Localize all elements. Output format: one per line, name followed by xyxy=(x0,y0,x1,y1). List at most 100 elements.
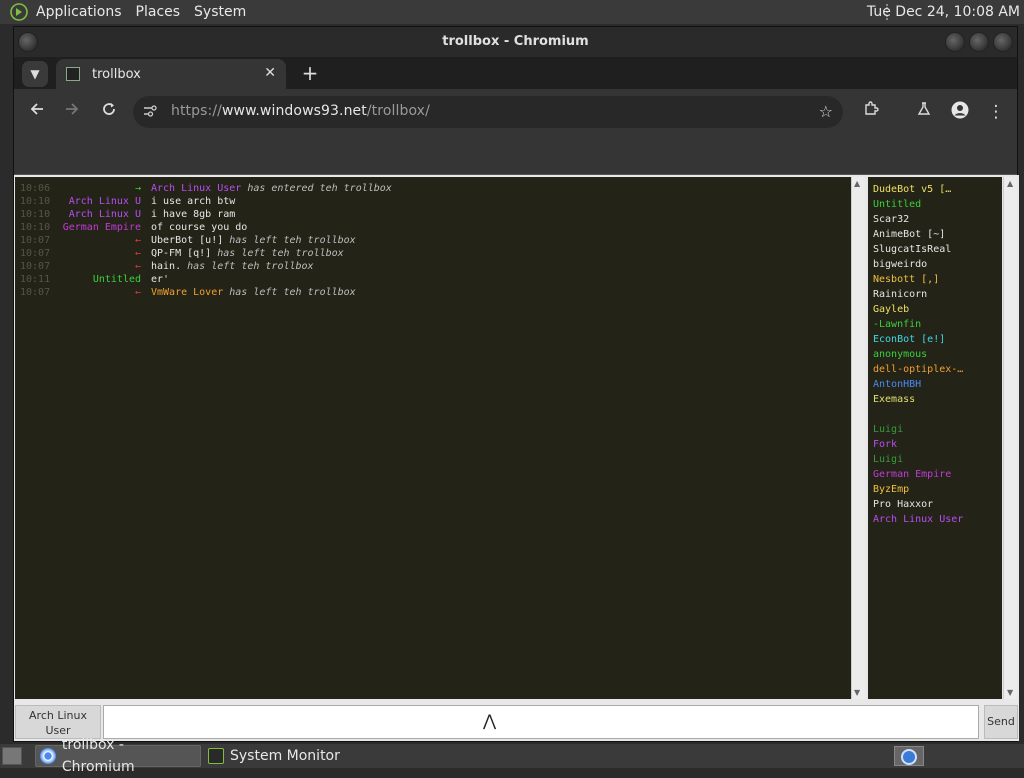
scroll-up-icon[interactable]: ▲ xyxy=(854,179,860,188)
scroll-down-icon[interactable]: ▼ xyxy=(854,688,860,697)
message-nick[interactable]: ← xyxy=(60,260,141,273)
tab-trollbox[interactable]: trollbox ✕ xyxy=(56,59,286,89)
message-nick[interactable]: Arch Linux U xyxy=(60,195,141,208)
user-list-item[interactable]: Exemass xyxy=(873,392,1002,407)
address-bar[interactable]: https://www.windows93.net/trollbox/ ☆ xyxy=(133,96,843,128)
user-list-item[interactable]: Nesbott [,] xyxy=(873,272,1002,287)
labs-button[interactable] xyxy=(913,101,935,123)
chat-log[interactable]: 10:06 → Arch Linux User has entered teh tr… xyxy=(15,177,851,699)
message-nick[interactable]: ← xyxy=(60,234,141,247)
flask-icon xyxy=(917,102,931,115)
user-list-item[interactable]: Pro Haxxor xyxy=(873,497,1002,512)
extensions-button[interactable] xyxy=(860,101,882,123)
site-settings-icon[interactable] xyxy=(143,104,159,120)
user-list-item[interactable]: AnimeBot [~] xyxy=(873,227,1002,242)
new-tab-button[interactable]: + xyxy=(297,61,323,87)
window-menu-button[interactable] xyxy=(18,32,38,52)
user-list-item[interactable]: Untitled xyxy=(873,197,1002,212)
chat-message: 10:11 Untitled er' xyxy=(15,273,851,286)
tab-strip: ▼ trollbox ✕ + xyxy=(14,57,1017,89)
back-button[interactable] xyxy=(26,101,48,123)
tab-search-button[interactable]: ▼ xyxy=(22,61,48,87)
user-list-item[interactable]: Scar32 xyxy=(873,212,1002,227)
bottom-panel: trollbox - Chromium System Monitor xyxy=(0,737,1024,775)
system-monitor-icon xyxy=(208,748,224,764)
scroll-up-icon[interactable]: ▲ xyxy=(1007,179,1013,188)
bookmark-star-icon[interactable]: ☆ xyxy=(819,102,833,121)
minimize-button[interactable] xyxy=(945,32,965,52)
message-user[interactable]: QP-FM [q!] xyxy=(151,248,211,259)
trollbox-page: 10:06 → Arch Linux User has entered teh tr… xyxy=(14,175,1019,741)
menu-applications[interactable]: Applications xyxy=(36,4,122,20)
url-text[interactable]: https://www.windows93.net/trollbox/ xyxy=(171,103,430,119)
message-nick[interactable]: → xyxy=(60,182,141,195)
top-panel: Applications Places System Tue Dec 24, 1… xyxy=(0,0,1024,24)
user-list-item[interactable]: Luigi xyxy=(873,452,1002,467)
user-list-item[interactable]: EconBot [e!] xyxy=(873,332,1002,347)
chat-message: 10:06 → Arch Linux User has entered teh tr… xyxy=(15,182,851,195)
user-list[interactable]: DudeBot v5 [… Untitled Scar32 AnimeBot [~] S… xyxy=(868,177,1002,699)
user-list-item[interactable]: Luigi xyxy=(873,422,1002,437)
menu-places[interactable]: Places xyxy=(136,4,181,20)
user-list-item[interactable]: ByzEmp xyxy=(873,482,1002,497)
user-list-item[interactable]: anonymous xyxy=(873,347,1002,362)
workspace-switcher[interactable] xyxy=(894,746,924,766)
window-titlebar[interactable]: trollbox - Chromium xyxy=(14,27,1017,57)
message-time: 10:10 xyxy=(20,196,51,207)
forward-button[interactable] xyxy=(61,101,83,123)
user-list-item[interactable]: Rainicorn xyxy=(873,287,1002,302)
message-text: QP-FM [q!] has left teh trollbox xyxy=(151,247,344,260)
reload-icon xyxy=(103,103,115,115)
message-user[interactable]: VmWare Lover xyxy=(151,287,223,298)
menu-system[interactable]: System xyxy=(194,4,246,20)
chat-scrollbar[interactable]: ▲ ▼ xyxy=(851,177,865,699)
user-list-item[interactable]: SlugcatIsReal xyxy=(873,242,1002,257)
user-list-item[interactable]: Fork xyxy=(873,437,1002,452)
user-list-item[interactable]: Gayleb xyxy=(873,302,1002,317)
plus-icon: + xyxy=(301,61,319,85)
bookmarks-bar xyxy=(14,135,1017,175)
taskbar-item-system-monitor[interactable]: System Monitor xyxy=(204,745,344,767)
message-nick[interactable]: ← xyxy=(60,247,141,260)
user-list-item[interactable]: dell-optiplex-… xyxy=(873,362,1002,377)
user-list-item[interactable]: bigweirdo xyxy=(873,257,1002,272)
user-list-scrollbar[interactable]: ▲ ▼ xyxy=(1003,177,1017,699)
message-time: 10:07 xyxy=(20,235,51,246)
close-window-button[interactable] xyxy=(993,32,1013,52)
chat-message: 10:07 ← VmWare Lover has left teh trollbox xyxy=(15,286,851,299)
user-list-item[interactable]: -Lawnfin xyxy=(873,317,1002,332)
message-user[interactable]: hain. xyxy=(151,261,181,272)
message-nick[interactable]: ← xyxy=(60,286,141,299)
message-body: has entered teh trollbox xyxy=(241,183,392,194)
message-body: has left teh trollbox xyxy=(223,235,356,246)
send-button[interactable]: Send xyxy=(984,705,1018,739)
message-time: 10:06 xyxy=(20,183,51,194)
chromium-tray-icon xyxy=(901,749,917,765)
chat-message: 10:10 Arch Linux U i use arch btw xyxy=(15,195,851,208)
reload-button[interactable] xyxy=(98,101,120,123)
profile-button[interactable] xyxy=(949,101,971,123)
message-nick[interactable]: Untitled xyxy=(60,273,141,286)
user-list-item[interactable]: DudeBot v5 [… xyxy=(873,182,1002,197)
message-input[interactable] xyxy=(103,705,979,739)
user-list-item[interactable] xyxy=(873,407,1002,422)
close-icon[interactable]: ✕ xyxy=(264,65,276,81)
maximize-button[interactable] xyxy=(969,32,989,52)
show-desktop-button[interactable] xyxy=(2,747,22,765)
user-list-item[interactable]: Arch Linux User xyxy=(873,512,1002,527)
message-user[interactable]: UberBot [u!] xyxy=(151,235,223,246)
message-nick[interactable]: Arch Linux U xyxy=(60,208,141,221)
user-list-item[interactable]: AntonHBH xyxy=(873,377,1002,392)
taskbar-item-label: System Monitor xyxy=(230,748,340,764)
panel-clock[interactable]: Tue Dec 24, 10:08 AM xyxy=(867,0,1020,24)
message-user[interactable]: Arch Linux User xyxy=(151,183,241,194)
user-list-item[interactable]: German Empire xyxy=(873,467,1002,482)
browser-window: trollbox - Chromium ▼ trollbox ✕ + https… xyxy=(13,26,1019,742)
distro-logo-icon[interactable] xyxy=(8,1,30,23)
message-nick[interactable]: German Empire xyxy=(60,221,141,234)
taskbar-item-label: trollbox - Chromium xyxy=(61,737,135,775)
menu-button[interactable]: ⋮ xyxy=(985,101,1007,123)
taskbar-item-chromium[interactable]: trollbox - Chromium xyxy=(35,737,201,775)
message-text: UberBot [u!] has left teh trollbox xyxy=(151,234,356,247)
scroll-down-icon[interactable]: ▼ xyxy=(1007,688,1013,697)
